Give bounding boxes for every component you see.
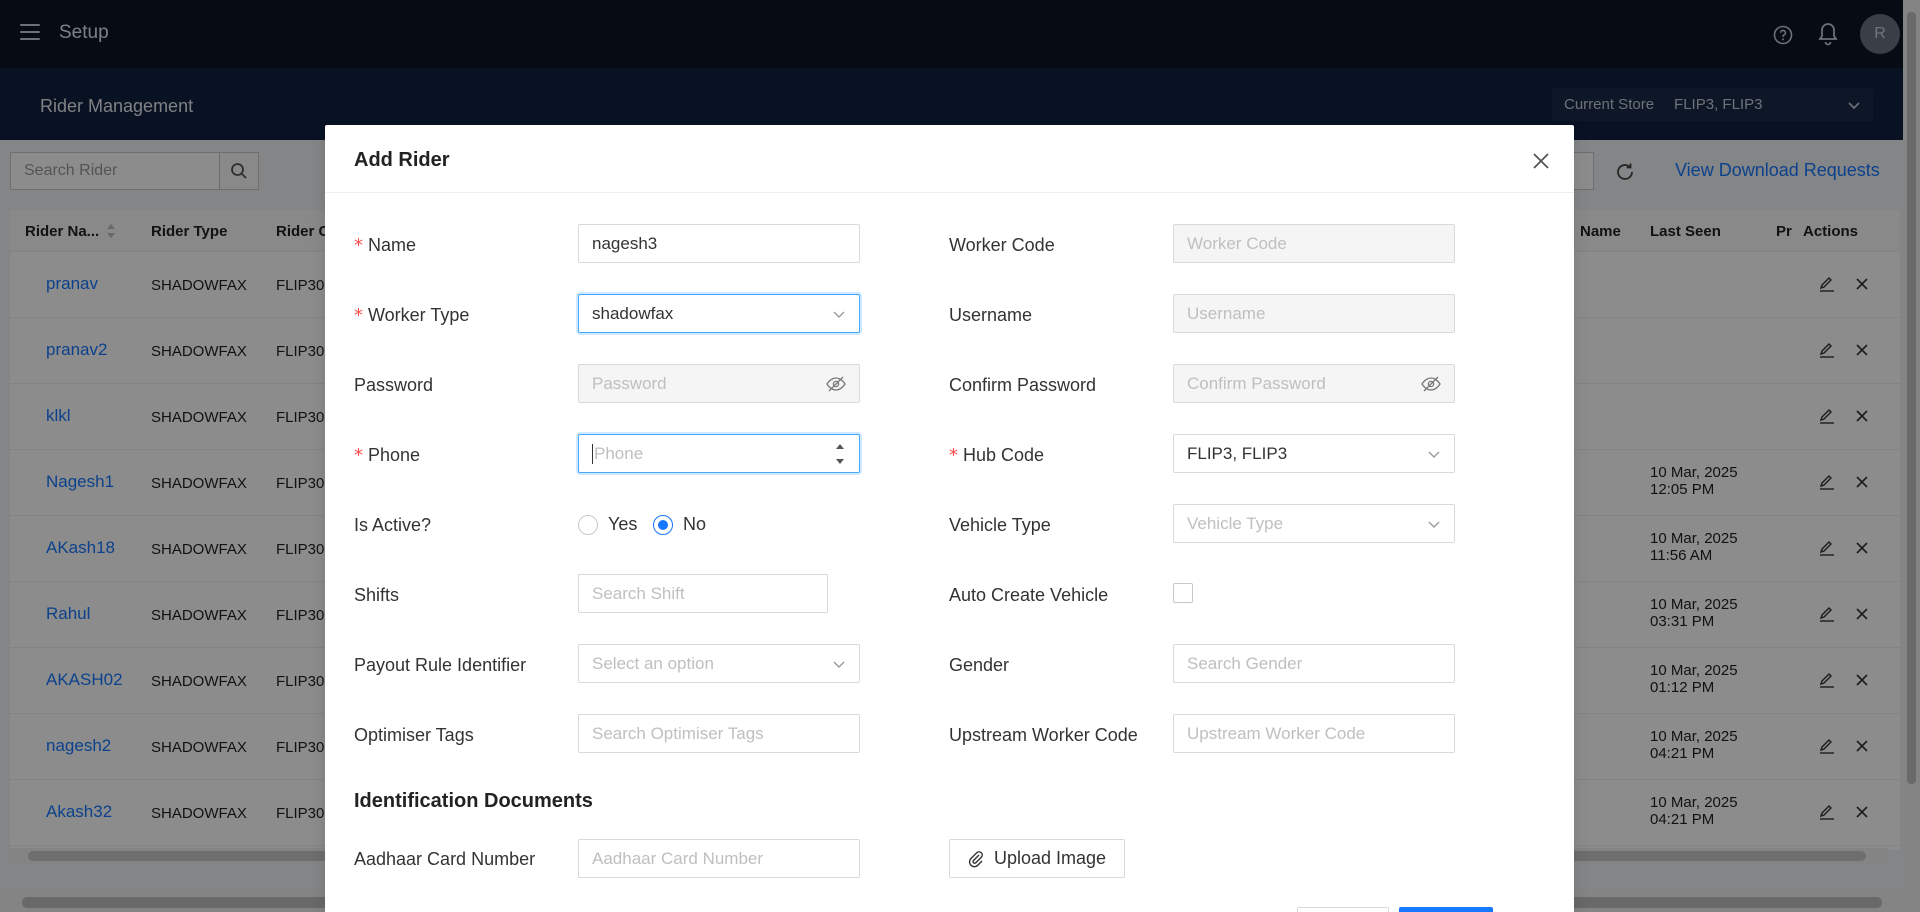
username-label: Username [949,305,1033,325]
upload-image-button[interactable]: Upload Image [949,839,1125,878]
aadhaar-input[interactable]: Aadhaar Card Number [578,839,860,878]
shifts-input[interactable]: Search Shift [578,574,828,613]
chevron-down-icon [833,311,845,318]
vehicle-type-label: Vehicle Type [949,515,1051,535]
worker-code-input[interactable]: Worker Code [1173,224,1455,263]
optimiser-tags-input[interactable]: Search Optimiser Tags [578,714,860,753]
chevron-down-icon [1428,451,1440,458]
caret-down-icon[interactable] [834,456,846,466]
worker-code-label: Worker Code [949,235,1055,255]
cancel-button[interactable] [1297,907,1389,912]
username-input[interactable]: Username [1173,294,1455,333]
auto-create-vehicle-label: Auto Create Vehicle [949,585,1109,605]
auto-create-vehicle-checkbox[interactable] [1173,583,1193,603]
hub-code-select[interactable]: FLIP3, FLIP3 [1173,434,1455,473]
gender-input[interactable]: Search Gender [1173,644,1455,683]
hub-code-label: * Hub Code [949,445,1045,466]
name-input[interactable]: nagesh3 [578,224,860,263]
name-label: * Name [354,235,417,256]
phone-label: * Phone [354,445,421,466]
aadhaar-label: Aadhaar Card Number [354,849,536,869]
submit-button[interactable] [1399,907,1493,912]
modal-header: Add Rider [325,125,1574,193]
chevron-down-icon [833,661,845,668]
modal-title: Add Rider [354,149,450,171]
chevron-down-icon [1428,521,1440,528]
paperclip-icon [968,850,983,867]
caret-up-icon[interactable] [834,442,846,452]
identification-documents-heading: Identification Documents [354,790,593,812]
upload-image-label: Upload Image [993,848,1107,868]
worker-type-select[interactable]: shadowfax [578,294,860,333]
vehicle-type-select[interactable]: Vehicle Type [1173,504,1455,543]
upstream-worker-code-label: Upstream Worker Code [949,725,1138,745]
radio-no-label: No [683,514,707,534]
close-icon[interactable] [1530,150,1552,172]
is-active-no-radio[interactable]: No [653,514,706,535]
gender-label: Gender [949,655,1010,675]
password-label: Password [354,375,434,395]
radio-circle-checked[interactable] [653,514,673,535]
payout-rule-select[interactable]: Select an option [578,644,860,683]
confirm-password-input[interactable]: Confirm Password [1173,364,1455,403]
is-active-label: Is Active? [354,515,432,535]
text-caret [592,443,593,464]
upstream-worker-code-input[interactable]: Upstream Worker Code [1173,714,1455,753]
shifts-label: Shifts [354,585,400,605]
is-active-yes-radio[interactable]: Yes [578,514,637,535]
phone-input[interactable]: Phone [578,434,860,473]
worker-type-label: * Worker Type [354,305,470,326]
eye-invisible-icon[interactable] [1421,376,1441,392]
radio-yes-label: Yes [608,514,638,534]
add-rider-modal: Add Rider * Name nagesh3 Worker Code Work… [325,125,1574,912]
optimiser-tags-label: Optimiser Tags [354,725,474,745]
number-stepper[interactable] [834,442,846,466]
payout-rule-label: Payout Rule Identifier [354,655,527,675]
confirm-password-label: Confirm Password [949,375,1097,395]
eye-invisible-icon[interactable] [826,376,846,392]
password-input[interactable]: Password [578,364,860,403]
radio-circle[interactable] [578,514,598,535]
